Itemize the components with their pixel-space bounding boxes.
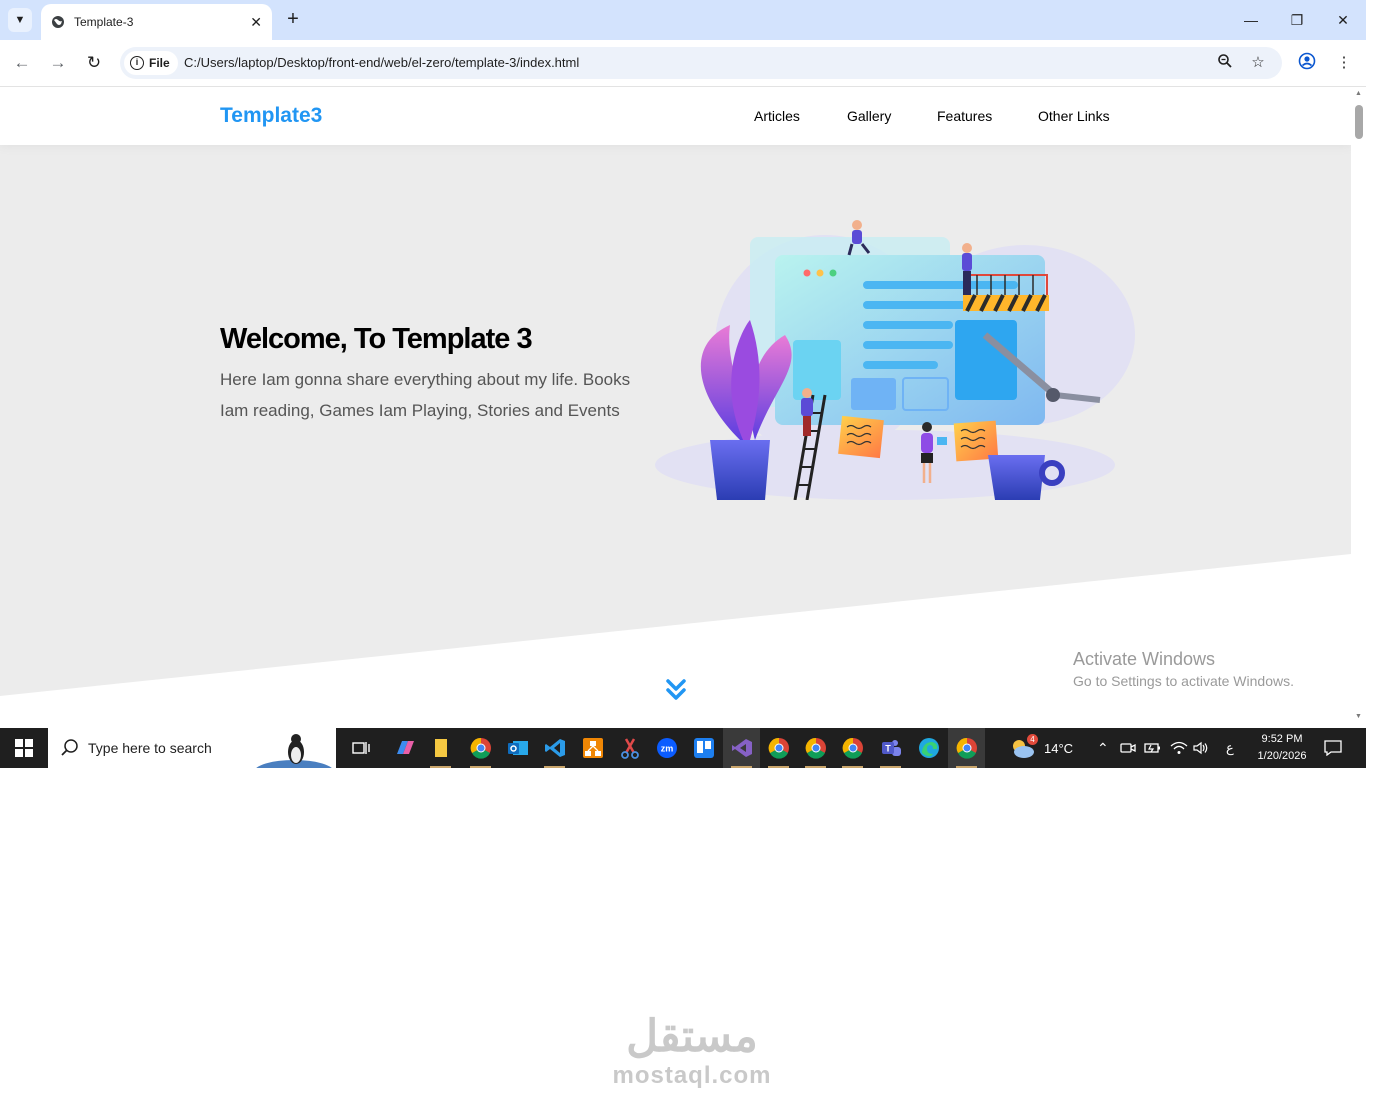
camera-icon[interactable] (1120, 728, 1136, 768)
chrome-icon[interactable] (797, 728, 834, 768)
clock-time: 9:52 PM (1261, 733, 1303, 745)
file-explorer-icon[interactable] (422, 728, 459, 768)
weather-widget[interactable]: 4 14°C (1008, 728, 1073, 768)
mostaql-watermark: مستقل mostaql.com (606, 1012, 778, 1090)
hero-description: Here Iam gonna share everything about my… (220, 370, 631, 420)
svg-text:T: T (885, 744, 891, 754)
watermark-subtitle: Go to Settings to activate Windows. (1073, 673, 1294, 689)
zoom-app-icon[interactable]: zm (648, 728, 685, 768)
nav-link-gallery[interactable]: Gallery (847, 108, 891, 124)
info-icon: i (130, 56, 144, 70)
scroll-up-arrow-icon[interactable]: ▲ (1355, 90, 1362, 97)
profile-icon[interactable] (1296, 52, 1318, 74)
site-info-chip[interactable]: i File (124, 51, 178, 75)
app-running-indicator (805, 766, 826, 768)
edge-icon[interactable] (910, 728, 947, 768)
browser-toolbar: ← → ↻ i File C:/Users/laptop/Desktop/fro… (0, 40, 1366, 87)
tab-close-icon[interactable]: ✕ (250, 14, 262, 31)
site-logo[interactable]: Template3 (220, 104, 322, 128)
more-menu-icon[interactable]: ⋮ (1333, 52, 1355, 74)
taskbar-clock[interactable]: 9:52 PM 1/20/2026 (1250, 731, 1314, 765)
task-view-icon[interactable] (342, 728, 379, 768)
app-running-indicator (430, 766, 451, 768)
url-text[interactable]: C:/Users/laptop/Desktop/front-end/web/el… (184, 55, 579, 70)
windows-start-icon[interactable] (0, 728, 48, 768)
outlook-icon[interactable] (499, 728, 536, 768)
globe-icon (52, 16, 64, 28)
search-icon (61, 739, 78, 756)
hero-illustration (655, 220, 1135, 500)
wifi-icon[interactable] (1170, 728, 1188, 768)
app-running-indicator (470, 766, 491, 768)
file-label: File (149, 56, 170, 70)
zoom-icon[interactable] (1215, 53, 1235, 73)
chrome-icon[interactable] (948, 728, 985, 768)
app-running-indicator (956, 766, 977, 768)
scroll-down-arrow-icon[interactable]: ▼ (1355, 713, 1362, 720)
app-running-indicator (880, 766, 901, 768)
app-running-indicator (544, 766, 565, 768)
restore-icon[interactable]: ❐ (1284, 8, 1310, 32)
reload-icon[interactable]: ↻ (83, 52, 105, 74)
search-placeholder: Type here to search (88, 740, 212, 756)
scrollbar-thumb[interactable] (1355, 105, 1363, 139)
minimize-icon[interactable]: — (1238, 8, 1264, 32)
tab-title: Template-3 (74, 15, 134, 29)
input-language[interactable]: ع (1226, 728, 1234, 768)
page-scrollbar[interactable]: ▲ ▼ (1351, 87, 1366, 728)
nav-link-features[interactable]: Features (937, 108, 992, 124)
nav-link-other-links[interactable]: Other Links (1038, 108, 1110, 124)
back-arrow-icon[interactable]: ← (11, 52, 33, 74)
show-hidden-icons-chevron-icon[interactable]: ⌃ (1097, 728, 1109, 768)
site-header: Template3 Articles Gallery Features Othe… (0, 87, 1351, 145)
chrome-icon[interactable] (462, 728, 499, 768)
hero-title: Welcome, To Template 3 (220, 323, 533, 355)
app-running-indicator (842, 766, 863, 768)
nav-link-articles[interactable]: Articles (754, 108, 800, 124)
mostaql-latin-text: mostaql.com (612, 1062, 772, 1089)
volume-icon[interactable] (1192, 728, 1210, 768)
browser-tab-strip: ▼ Template-3 ✕ + — ❐ ✕ (0, 0, 1366, 40)
forward-arrow-icon[interactable]: → (47, 52, 69, 74)
visual-studio-icon[interactable] (723, 728, 760, 768)
window-close-icon[interactable]: ✕ (1330, 8, 1356, 32)
browser-tab[interactable]: Template-3 ✕ (41, 4, 272, 40)
battery-icon[interactable] (1144, 728, 1162, 768)
diagram-app-icon[interactable] (574, 728, 611, 768)
app-running-indicator (768, 766, 789, 768)
search-highlight-penguin-icon (256, 734, 332, 768)
tab-search-chevron-icon[interactable]: ▼ (8, 8, 32, 32)
weather-temp: 14°C (1044, 740, 1074, 756)
copilot-icon[interactable] (386, 728, 423, 768)
trello-icon[interactable] (685, 728, 722, 768)
watermark-title: Activate Windows (1073, 649, 1216, 669)
app-running-indicator (731, 766, 752, 768)
activate-windows-watermark: Activate Windows Go to Settings to activ… (1073, 649, 1294, 689)
snipping-tool-icon[interactable] (611, 728, 648, 768)
taskbar-search-box[interactable]: Type here to search (48, 728, 336, 768)
svg-text:zm: zm (660, 744, 673, 754)
chrome-icon[interactable] (760, 728, 797, 768)
clock-date: 1/20/2026 (1257, 750, 1307, 762)
windows-taskbar: Type here to search zm T 4 14°C ⌃ ع 9:52… (0, 728, 1366, 768)
bookmark-star-icon[interactable]: ☆ (1248, 53, 1268, 73)
vscode-icon[interactable] (536, 728, 573, 768)
teams-icon[interactable]: T (872, 728, 909, 768)
notifications-icon[interactable] (1324, 728, 1342, 768)
go-down-chevron-icon[interactable] (664, 677, 688, 703)
mostaql-arabic-text: مستقل (626, 1012, 758, 1061)
hero-text: Welcome, To Template 3 Here Iam gonna sh… (220, 323, 640, 426)
new-tab-plus-icon[interactable]: + (282, 8, 304, 32)
page-viewport: Template3 Articles Gallery Features Othe… (0, 87, 1351, 728)
address-bar[interactable]: i File C:/Users/laptop/Desktop/front-end… (120, 47, 1282, 79)
chrome-icon[interactable] (834, 728, 871, 768)
weather-badge: 4 (1027, 734, 1038, 745)
